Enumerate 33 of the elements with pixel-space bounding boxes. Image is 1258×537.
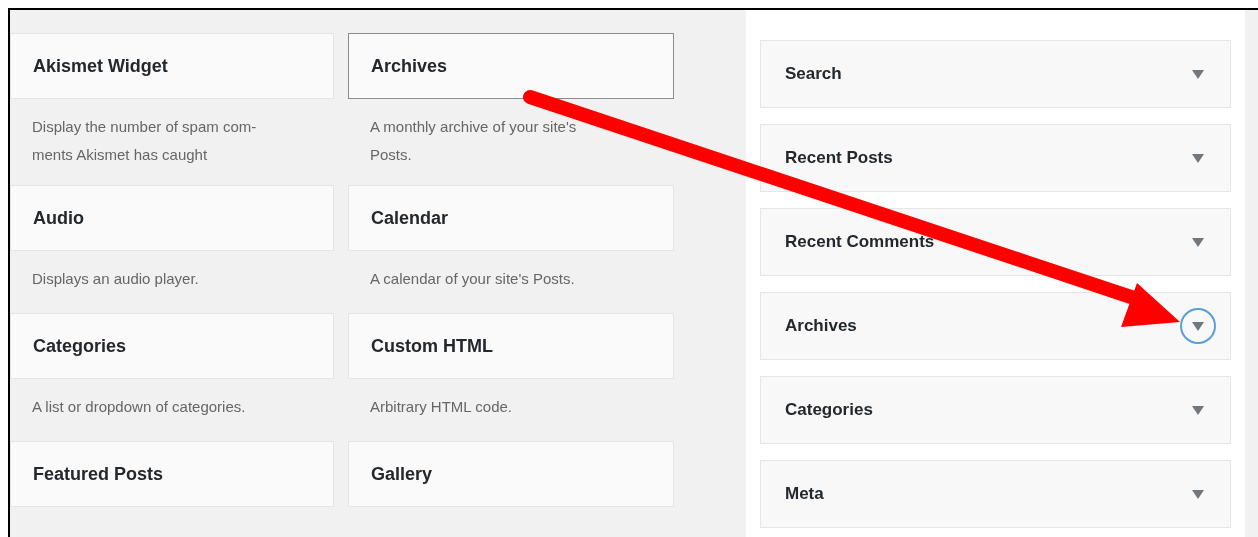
widget-card[interactable]: Akismet Widget: [10, 33, 334, 99]
expand-toggle[interactable]: [1180, 308, 1216, 344]
sidebar-widget[interactable]: Categories: [760, 376, 1231, 444]
sidebar-widget[interactable]: Archives: [760, 292, 1231, 360]
widget-card[interactable]: Audio: [10, 185, 334, 251]
widget-card[interactable]: Categories: [10, 313, 334, 379]
caret-icon: [1192, 321, 1204, 331]
widget-card[interactable]: Custom HTML: [348, 313, 674, 379]
widget-title: Recent Comments: [785, 232, 935, 252]
sidebar-widget[interactable]: Recent Comments: [760, 208, 1231, 276]
caret-icon: [1192, 153, 1204, 163]
widget-card[interactable]: Archives: [348, 33, 674, 99]
widget-description: A list or dropdown of categories.: [31, 397, 247, 417]
widget-card[interactable]: Gallery: [348, 441, 674, 507]
caret-icon: [1192, 489, 1204, 499]
widget-title: Meta: [785, 484, 824, 504]
sidebar-widget[interactable]: Recent Posts: [760, 124, 1231, 192]
widget-description: Display the number of spam com-ments Akismet has caught: [31, 117, 258, 165]
sidebar-widget[interactable]: Meta: [760, 460, 1231, 528]
caret-icon: [1192, 69, 1204, 79]
widget-title: Search: [785, 64, 842, 84]
widget-description: A calendar of your site's Posts.: [369, 269, 576, 289]
sidebar-widget[interactable]: Search: [760, 40, 1231, 108]
caret-icon: [1192, 405, 1204, 415]
caret-icon: [1192, 237, 1204, 247]
widget-title: Categories: [785, 400, 873, 420]
widget-description: Displays an audio player.: [31, 269, 200, 289]
widget-description: A monthly archive of your site's Posts.: [369, 117, 578, 165]
widget-card[interactable]: Calendar: [348, 185, 674, 251]
widget-title: Archives: [785, 316, 857, 336]
widget-card[interactable]: Featured Posts: [10, 441, 334, 507]
widget-title: Recent Posts: [785, 148, 893, 168]
widget-description: Arbitrary HTML code.: [369, 397, 513, 417]
